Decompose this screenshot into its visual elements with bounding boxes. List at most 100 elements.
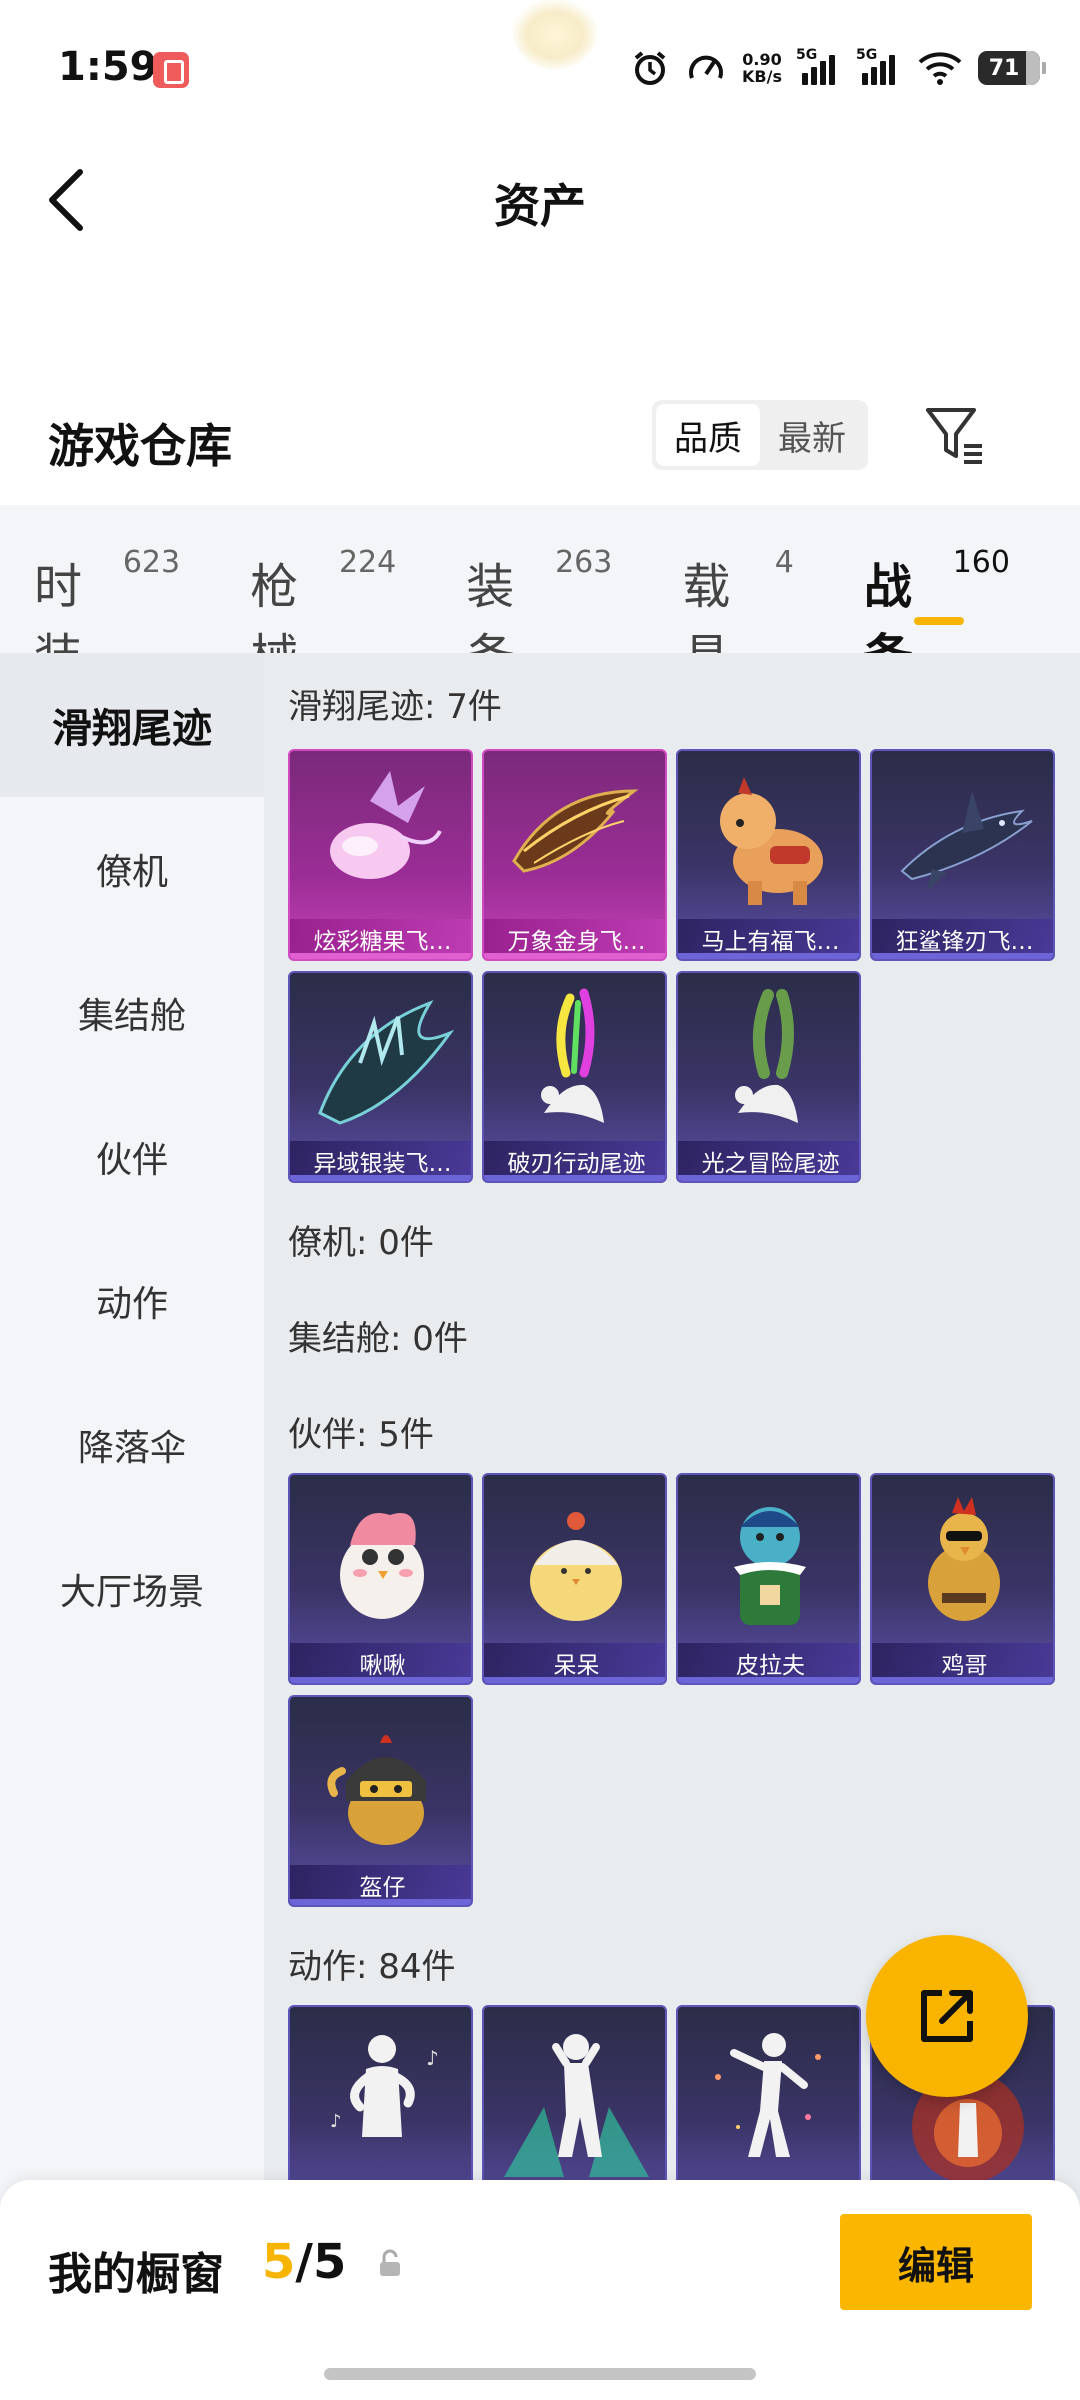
tab-count: 263 [555,545,613,580]
section-title: 游戏仓库 [48,419,232,473]
battery-level: 71 [988,55,1020,81]
showcase-bar: 我的橱窗 5/5 编辑 [0,2180,1080,2400]
item-card[interactable]: 啾啾 [288,1473,473,1685]
sidebar: 滑翔尾迹 僚机 集结舱 伙伴 动作 降落伞 大厅场景 [0,653,264,2400]
shark-trail-icon [900,791,1033,891]
tab-guns[interactable]: 枪械 224 [250,505,397,685]
section-header: 游戏仓库 品质 最新 [0,380,1080,500]
item-card[interactable]: 鸡哥 [870,1473,1055,1685]
item-label: 盔仔 [359,1875,406,1901]
candy-trail-icon [330,771,442,879]
page-title: 资产 [494,179,586,233]
item-card[interactable]: 狂鲨锋刃飞… [870,749,1055,961]
item-label: 呆呆 [553,1653,600,1679]
filter-icon [926,408,982,464]
item-card[interactable]: 炫彩糖果飞… [288,749,473,961]
group-title-wingman: 僚机: 0件 [288,1223,434,1263]
signal-label: 5G [796,47,818,63]
net-speed: 0.90 KB/s [742,51,782,85]
zombie-companion-icon [734,1507,806,1625]
active-tab-indicator [913,617,964,625]
item-label: 异域银装飞… [313,1151,452,1177]
group-title-glide-trail: 滑翔尾迹: 7件 [288,687,502,727]
net-speed-unit: KB/s [742,67,782,86]
item-card[interactable]: 盔仔 [288,1695,473,1907]
lock-icon [380,2249,400,2276]
showcase-label: 我的橱窗 [48,2249,224,2300]
sort-option-newest[interactable]: 最新 [760,404,864,466]
sidebar-item-wingman[interactable]: 僚机 [0,797,264,941]
alarm-icon [630,48,670,88]
group-title-emote: 动作: 84件 [288,1947,456,1987]
signal-icon-2: 5G [856,47,902,85]
item-card[interactable]: 破刃行动尾迹 [482,971,667,1183]
status-icons: 0.90 KB/s 5G 5G 71 [630,46,1046,90]
tab-count: 4 [774,545,794,580]
group-title-companion: 伙伴: 5件 [288,1415,434,1455]
item-card[interactable]: 皮拉夫 [676,1473,861,1685]
group-title-assembly-pod: 集结舱: 0件 [288,1319,468,1359]
top-glow-decoration [512,0,598,70]
signal-label-2: 5G [856,47,878,63]
home-indicator[interactable] [324,2368,756,2380]
status-time: 1:59 [58,44,158,90]
horse-toy-icon [720,777,823,905]
signal-icon: 5G [796,47,842,85]
status-bar: 1:59 0.90 KB/s 5G 5G 71 [0,0,1080,140]
chick-icon [530,1512,622,1621]
item-label: 光之冒险尾迹 [701,1151,840,1177]
item-card[interactable]: 异域银装飞… [288,971,473,1183]
tab-combat-gear[interactable]: 战备 160 [864,505,1010,685]
golden-trail-icon [512,789,639,873]
sort-toggle: 品质 最新 [652,400,868,470]
edit-button[interactable]: 编辑 [840,2214,1032,2310]
tab-vehicles[interactable]: 载具 4 [682,505,794,685]
item-card[interactable]: 光之冒险尾迹 [676,971,861,1183]
item-label: 皮拉夫 [736,1653,805,1679]
item-label: 破刃行动尾迹 [507,1151,646,1177]
tab-fashion[interactable]: 时装 623 [34,505,181,685]
sidebar-item-glide-trail[interactable]: 滑翔尾迹 [0,653,264,797]
share-button[interactable] [866,1935,1028,2097]
green-smoke-trail-icon [735,989,798,1123]
sidebar-item-assembly-pod[interactable]: 集结舱 [0,941,264,1085]
filter-button[interactable] [922,402,988,468]
content-area: 滑翔尾迹: 7件 炫彩糖果飞… 万象金身飞… 马上有福飞… 狂鲨锋刃飞… 异域银… [264,653,1080,2400]
item-label: 鸡哥 [941,1653,988,1679]
item-card[interactable]: 万象金身飞… [482,749,667,961]
sparkle-emote-icon [715,2033,821,2157]
net-speed-value: 0.90 [742,50,782,69]
item-label: 啾啾 [359,1653,406,1679]
app-root: 1:59 0.90 KB/s 5G 5G 71 资产 游戏仓库 品质 最新 时 … [0,0,1080,2400]
rooster-icon [928,1497,1000,1621]
sort-option-quality[interactable]: 品质 [656,404,760,466]
helmet-chick-icon [327,1735,426,1845]
sidebar-item-lobby-scene[interactable]: 大厅场景 [0,1517,264,1661]
showcase-count-total: /5 [295,2234,347,2290]
showcase-count: 5/5 [262,2234,346,2290]
tab-count: 224 [338,545,397,580]
pink-bird-icon [340,1513,424,1619]
header: 资产 [0,140,1080,330]
sidebar-item-companion[interactable]: 伙伴 [0,1085,264,1229]
tab-count: 623 [122,545,181,580]
sidebar-item-emote[interactable]: 动作 [0,1229,264,1373]
sidebar-item-parachute[interactable]: 降落伞 [0,1373,264,1517]
share-external-icon [921,1990,973,2042]
dance-emote-icon: ♪♪ [330,2035,439,2137]
item-label: 狂鲨锋刃飞… [895,929,1034,955]
battery-icon: 71 [978,51,1046,85]
tab-count: 160 [952,545,1010,580]
stage-emote-icon [504,2034,649,2177]
item-card[interactable]: 呆呆 [482,1473,667,1685]
svg-text:♪: ♪ [330,2111,342,2132]
item-label: 马上有福飞… [701,929,840,955]
item-label: 万象金身飞… [507,929,646,955]
item-label: 炫彩糖果飞… [313,929,452,955]
showcase-count-current: 5 [262,2234,296,2290]
speedometer-icon [686,48,726,88]
item-card[interactable]: 马上有福飞… [676,749,861,961]
tab-equipment[interactable]: 装备 263 [466,505,613,685]
wifi-icon [918,48,962,88]
app-notification-icon [153,52,189,88]
